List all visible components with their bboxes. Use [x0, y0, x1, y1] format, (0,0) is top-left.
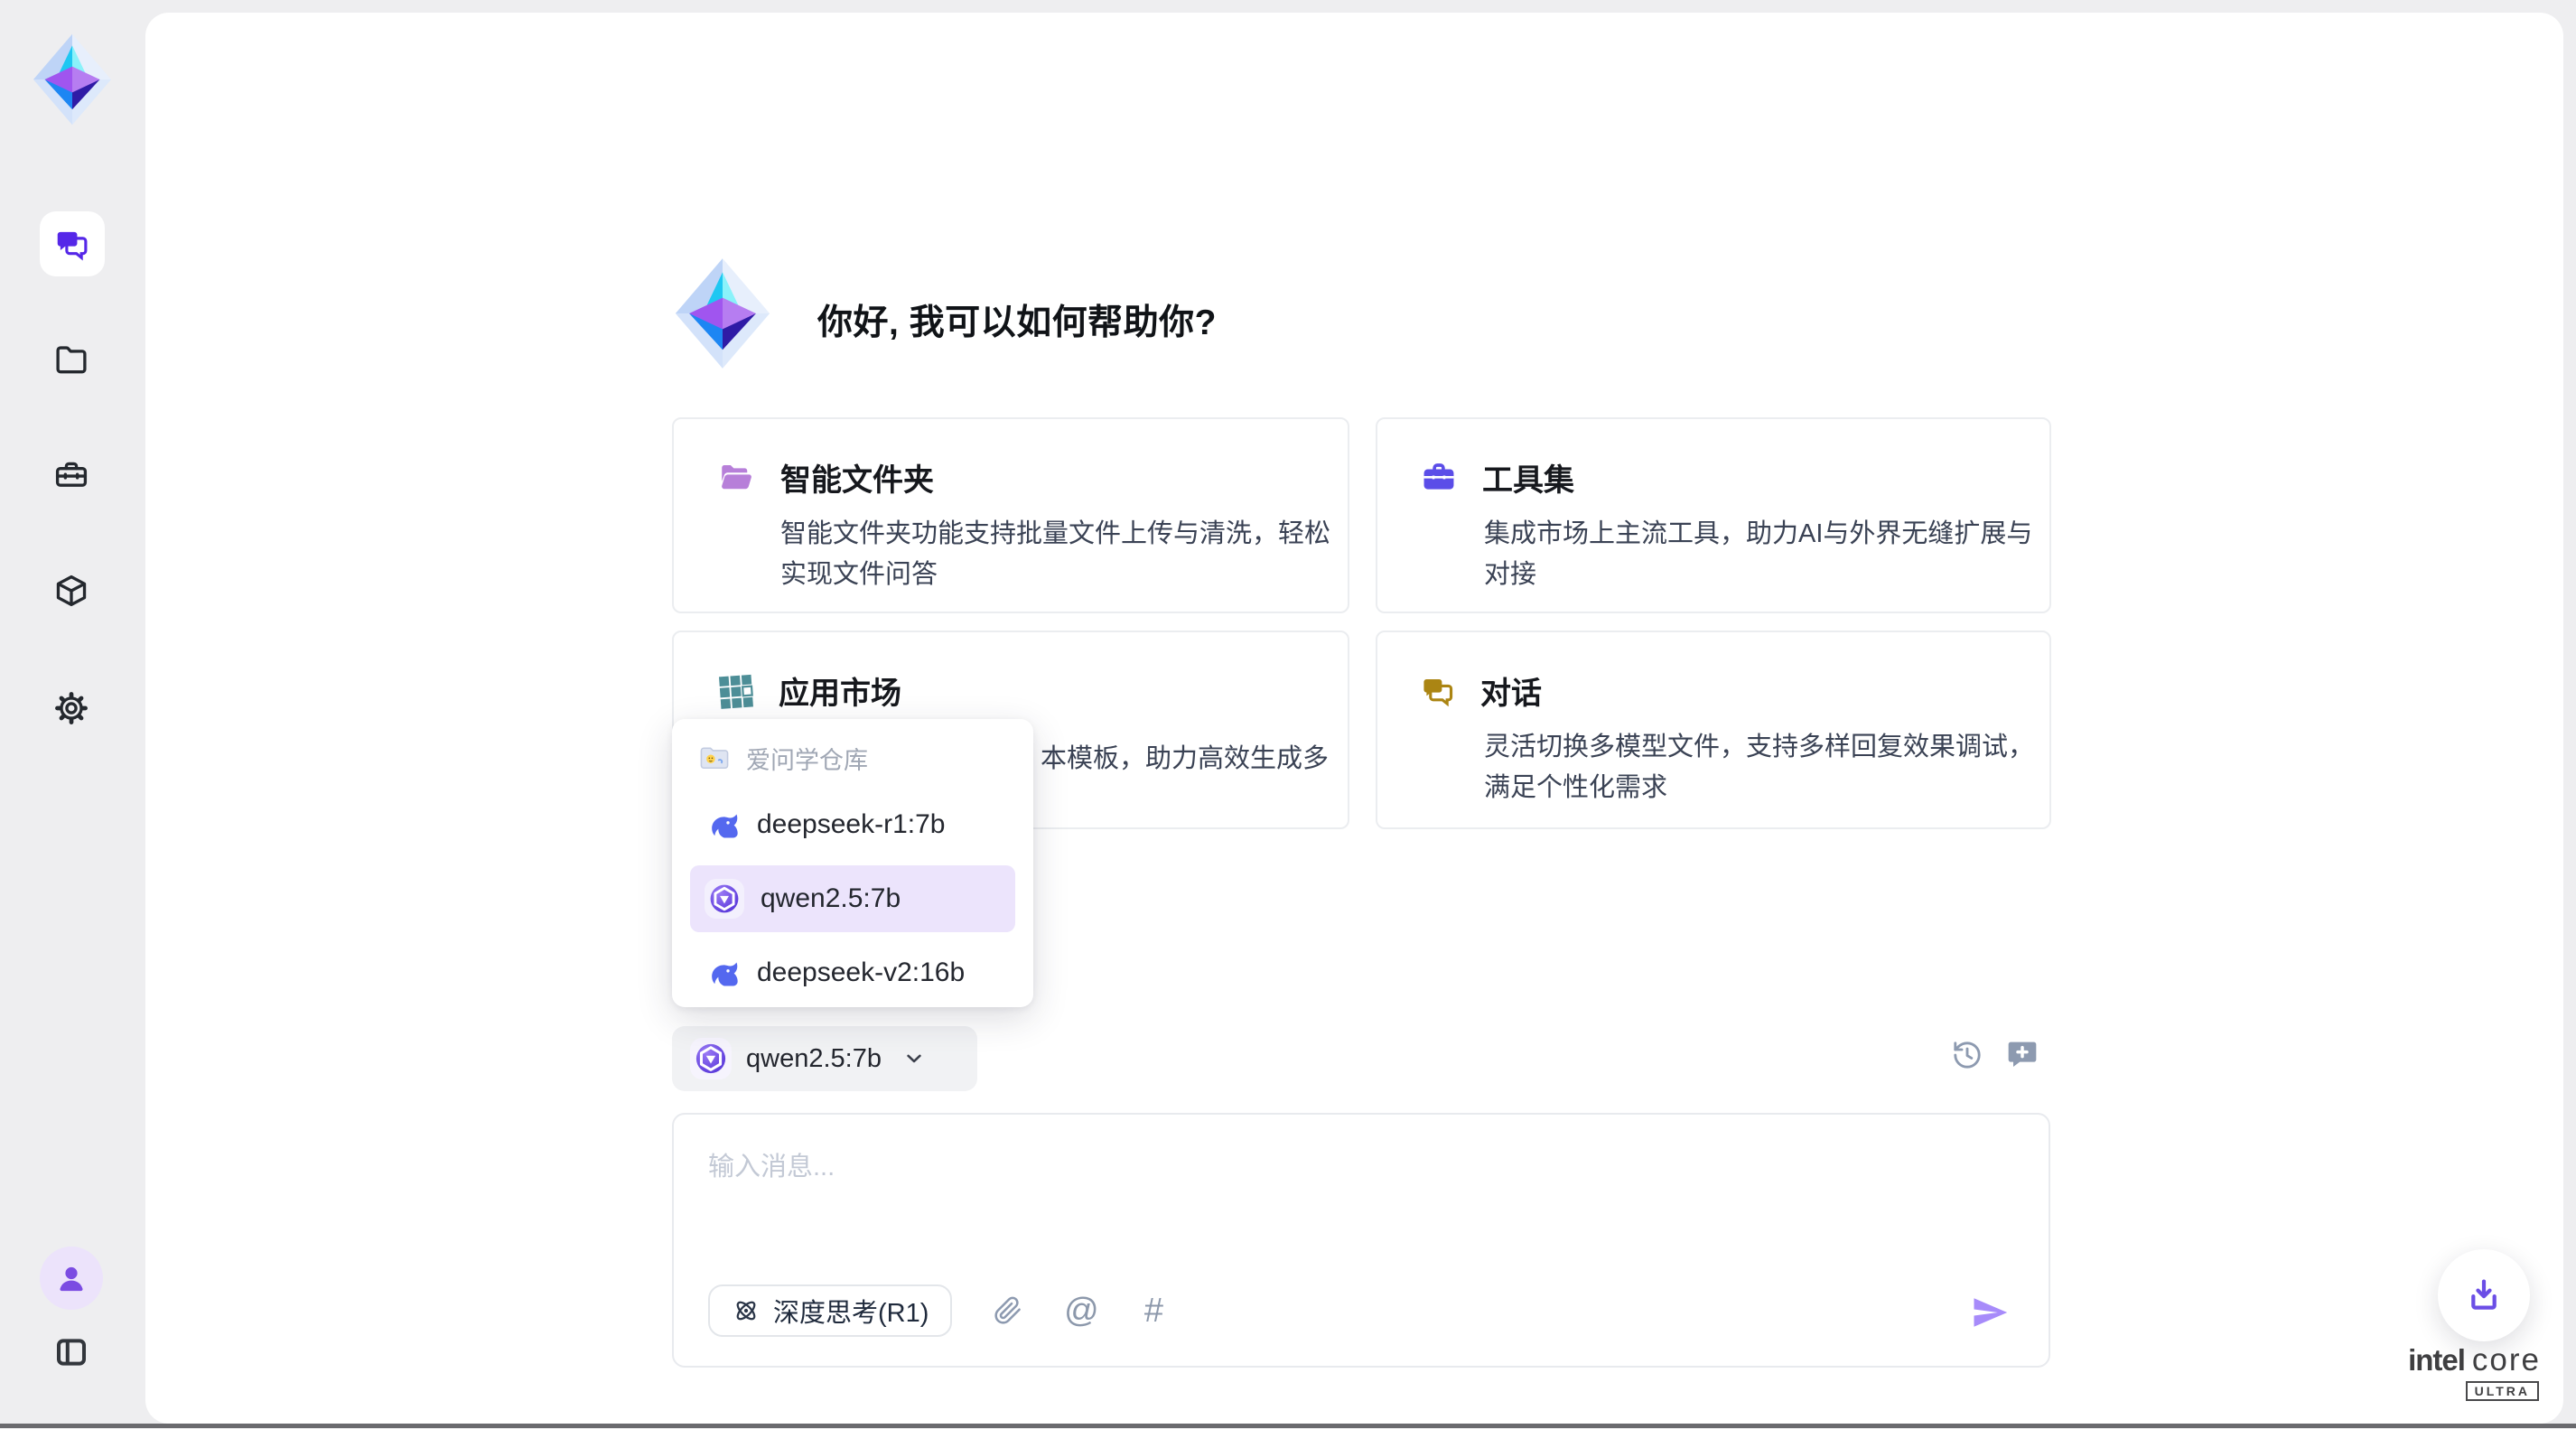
message-input-area[interactable]: 输入消息... 深度思考(R1) @ # — [672, 1113, 2050, 1368]
new-chat-button[interactable] — [2003, 1035, 2041, 1073]
model-option-label: qwen2.5:7b — [761, 883, 901, 914]
page-title: 你好, 我可以如何帮助你? — [817, 294, 1217, 345]
deepseek-whale-icon — [705, 955, 741, 991]
model-option-deepseek-r1[interactable]: deepseek-r1:7b — [690, 791, 1015, 858]
sidebar-item-models[interactable] — [44, 564, 98, 618]
card-toolset[interactable]: 工具集 集成市场上主流工具，助力AI与外界无缝扩展与对接 — [1376, 417, 2051, 613]
panel-toggle-icon — [52, 1333, 90, 1371]
topic-button[interactable]: # — [1138, 1293, 1169, 1329]
sidebar-item-settings[interactable] — [44, 681, 98, 735]
download-fab[interactable] — [2438, 1249, 2530, 1341]
model-option-label: deepseek-r1:7b — [757, 809, 945, 840]
model-option-deepseek-v2[interactable]: deepseek-v2:16b — [690, 939, 1015, 1006]
card-title: 智能文件夹 — [780, 455, 934, 500]
intel-wordmark: intel — [2408, 1343, 2465, 1378]
folder-icon — [52, 341, 90, 378]
card-conversation[interactable]: 对话 灵活切换多模型文件，支持多样回复效果调试，满足个性化需求 — [1376, 630, 2051, 829]
model-dropdown-header-label: 爱问学仓库 — [746, 741, 868, 776]
hash-icon: # — [1144, 1294, 1163, 1328]
new-chat-icon — [2004, 1036, 2040, 1072]
cube-icon — [52, 572, 90, 610]
deep-think-label: 深度思考(R1) — [773, 1292, 929, 1330]
message-input-placeholder: 输入消息... — [708, 1145, 835, 1183]
repo-folder-icon — [697, 741, 732, 775]
chat-icon — [1419, 672, 1457, 710]
card-title: 工具集 — [1482, 455, 1574, 500]
chat-bubbles-icon — [53, 225, 91, 263]
at-icon: @ — [1064, 1294, 1099, 1328]
core-wordmark: core — [2472, 1342, 2541, 1378]
send-icon[interactable] — [1969, 1294, 2011, 1331]
gear-icon — [52, 689, 90, 727]
hero-diamond-logo — [673, 257, 772, 370]
user-avatar[interactable] — [40, 1247, 103, 1310]
history-icon — [1951, 1039, 1983, 1071]
chevron-down-icon — [901, 1046, 927, 1071]
model-dropdown: 爱问学仓库 deepseek-r1:7b qwen2.5:7b deepse — [672, 719, 1033, 1007]
app-logo-icon — [31, 33, 114, 126]
user-avatar-icon — [51, 1258, 91, 1298]
history-button[interactable] — [1949, 1037, 1985, 1073]
ultra-badge: ULTRA — [2466, 1381, 2539, 1401]
paperclip-icon — [994, 1296, 1022, 1325]
intel-core-logo: intel core ULTRA — [2374, 1342, 2541, 1401]
sidebar-item-toolset[interactable] — [44, 448, 98, 502]
sidebar-collapse-button[interactable] — [44, 1325, 98, 1379]
briefcase-icon — [1419, 459, 1459, 497]
card-description: 智能文件夹功能支持批量文件上传与清洗，轻松实现文件问答 — [715, 514, 1339, 595]
model-option-qwen[interactable]: qwen2.5:7b — [690, 865, 1015, 932]
card-title: 对话 — [1480, 668, 1542, 713]
model-selector[interactable]: qwen2.5:7b — [672, 1026, 977, 1091]
deepseek-whale-icon — [705, 807, 741, 843]
model-dropdown-header: 爱问学仓库 — [690, 732, 1015, 784]
sidebar — [0, 0, 145, 1424]
atom-icon — [732, 1296, 761, 1325]
attach-file-button[interactable] — [992, 1294, 1024, 1327]
mention-button[interactable]: @ — [1064, 1293, 1098, 1329]
sidebar-item-conversations[interactable] — [40, 211, 105, 276]
qwen-icon — [690, 1038, 732, 1079]
model-option-label: deepseek-v2:16b — [757, 957, 965, 988]
qwen-icon — [705, 879, 744, 919]
card-description: 集成市场上主流工具，助力AI与外界无缝扩展与对接 — [1419, 514, 2042, 595]
toolbox-icon — [52, 456, 90, 494]
deep-think-toggle[interactable]: 深度思考(R1) — [708, 1284, 952, 1337]
card-title: 应用市场 — [779, 668, 901, 713]
download-icon — [2463, 1275, 2505, 1316]
card-description: 灵活切换多模型文件，支持多样回复效果调试，满足个性化需求 — [1419, 727, 2042, 808]
card-description-visible: 本模板，助力高效生成多 — [1041, 739, 1329, 780]
window-bottom-edge — [0, 1424, 2576, 1428]
sidebar-item-smart-folders[interactable] — [44, 332, 98, 387]
model-selector-label: qwen2.5:7b — [746, 1044, 882, 1074]
folder-open-icon — [715, 459, 757, 497]
card-smart-folder[interactable]: 智能文件夹 智能文件夹功能支持批量文件上传与清洗，轻松实现文件问答 — [672, 417, 1349, 613]
grid-icon — [715, 671, 755, 711]
